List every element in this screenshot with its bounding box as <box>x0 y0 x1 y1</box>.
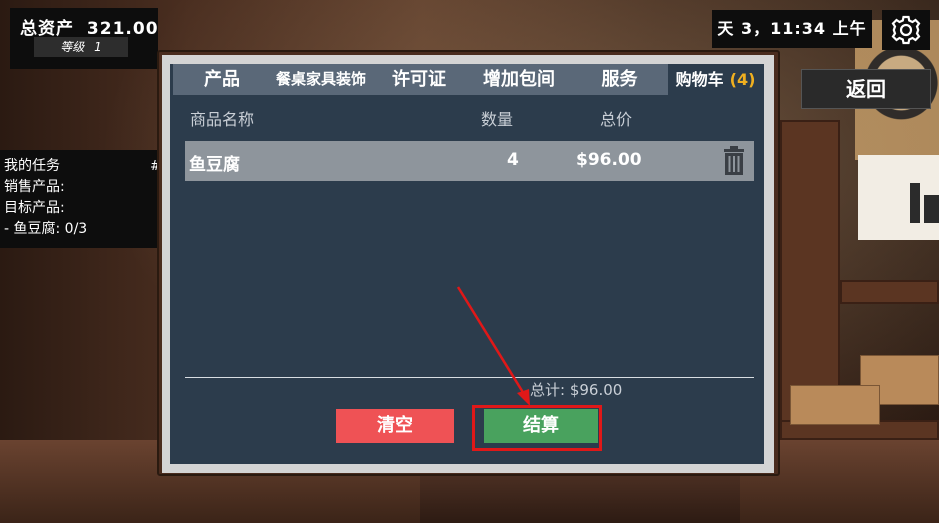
cart-item-row[interactable]: 鱼豆腐 4 $96.00 <box>185 141 754 181</box>
column-header-price: 总价 <box>600 110 633 129</box>
column-header-name: 商品名称 <box>190 110 255 129</box>
tab-licenses[interactable]: 许可证 <box>371 64 467 95</box>
tab-cart[interactable]: 购物车 (4) <box>668 64 763 95</box>
level-badge: 等级 1 <box>34 37 128 57</box>
tab-products[interactable]: 产品 <box>173 64 271 95</box>
trash-icon <box>724 146 744 175</box>
shop-tabs: 产品 餐桌家具装饰 许可证 增加包间 服务 购物车 (4) <box>173 64 763 95</box>
tab-cart-label: 购物车 <box>675 70 724 89</box>
remove-item-button[interactable] <box>722 146 746 176</box>
settings-button[interactable] <box>882 10 930 50</box>
level-value: 1 <box>94 40 102 54</box>
column-header-qty: 数量 <box>481 110 514 129</box>
back-button[interactable]: 返回 <box>801 69 931 109</box>
cardboard-box <box>790 385 880 425</box>
cart-count-badge: (4) <box>729 70 756 89</box>
cart-item-price: $96.00 <box>576 150 642 170</box>
cart-item-qty: 4 <box>507 150 519 170</box>
level-label: 等级 <box>60 40 85 54</box>
assets-label: 总资产 <box>20 19 74 39</box>
tab-furniture[interactable]: 餐桌家具装饰 <box>271 64 371 95</box>
checkout-highlight-box <box>472 405 602 451</box>
shop-panel <box>170 64 764 464</box>
shelf-beam <box>840 280 939 304</box>
cart-total: 总计: $96.00 <box>530 381 623 399</box>
total-divider <box>185 377 754 378</box>
board-stand <box>420 470 740 523</box>
gear-icon <box>891 15 921 45</box>
tab-services[interactable]: 服务 <box>571 64 668 95</box>
wall-sign <box>858 155 939 240</box>
game-clock: 天 3，11:34 上午 <box>712 10 872 48</box>
clear-cart-button[interactable]: 清空 <box>336 409 454 443</box>
cart-item-name: 鱼豆腐 <box>189 155 240 175</box>
tab-rooms[interactable]: 增加包间 <box>467 64 571 95</box>
assets-value: 321.00 <box>86 19 159 39</box>
